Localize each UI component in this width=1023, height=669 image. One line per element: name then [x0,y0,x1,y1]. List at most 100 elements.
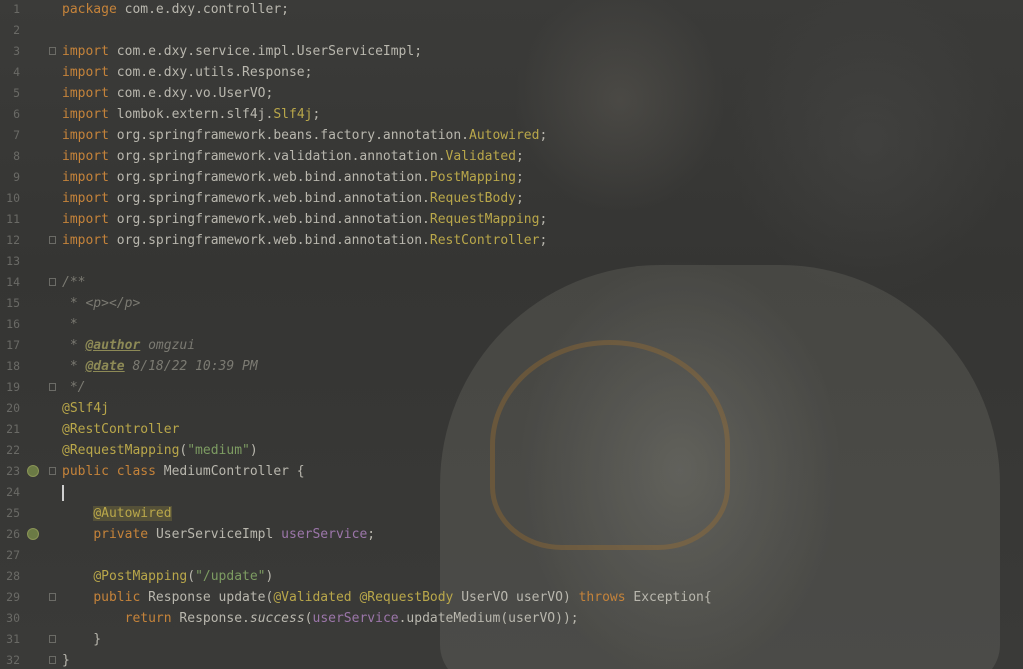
code-text[interactable]: import org.springframework.web.bind.anno… [62,188,524,209]
code-line[interactable]: 14 /** [0,272,1023,293]
line-number: 11 [6,212,20,226]
code-line[interactable]: 9 import org.springframework.web.bind.ann… [0,167,1023,188]
code-line[interactable]: 3 import com.e.dxy.service.impl.UserServi… [0,41,1023,62]
code-line[interactable]: 18 * @date 8/18/22 10:39 PM [0,356,1023,377]
code-text[interactable]: * @author omgzui [62,335,195,356]
code-token: */ [62,380,86,395]
code-text[interactable]: @Autowired [62,503,172,524]
code-text[interactable]: import org.springframework.web.bind.anno… [62,230,547,251]
code-line[interactable]: 28 @PostMapping("/update") [0,566,1023,587]
code-token: ) [249,443,258,458]
code-token: org.springframework.validation.annotatio… [116,149,446,164]
code-line[interactable]: 8 import org.springframework.validation.a… [0,146,1023,167]
code-line[interactable]: 20 @Slf4j [0,398,1023,419]
code-line[interactable]: 19 */ [0,377,1023,398]
code-token: org.springframework.web.bind.annotation. [116,191,430,206]
code-line[interactable]: 26 private UserServiceImpl userService; [0,524,1023,545]
code-text[interactable]: import lombok.extern.slf4j.Slf4j; [62,104,320,125]
code-editor[interactable]: 1 package com.e.dxy.controller; 2 3 import c… [0,0,1023,669]
code-token: ; [539,128,548,143]
code-line[interactable]: 24 [0,482,1023,503]
code-token: * [62,338,86,353]
fold-marker-icon[interactable] [49,383,56,391]
code-line[interactable]: 17 * @author omgzui [0,335,1023,356]
code-token: UserVO userVO) [453,590,579,605]
code-token: org.springframework.web.bind.annotation. [116,170,430,185]
code-line[interactable]: 12 import org.springframework.web.bind.an… [0,230,1023,251]
code-line[interactable]: 29 public Response update(@Validated @Re… [0,587,1023,608]
code-token: com.e.dxy.utils.Response; [116,65,313,80]
bean-icon[interactable] [27,528,39,540]
code-text[interactable]: public Response update(@Validated @Reque… [62,587,711,608]
code-token: import [62,128,117,143]
bean-icon[interactable] [27,465,39,477]
code-token: 8/18/22 10:39 PM [124,359,258,374]
code-line[interactable]: 22 @RequestMapping("medium") [0,440,1023,461]
code-token: * [62,317,78,332]
code-text[interactable]: return Response.success(userService.upda… [62,608,579,629]
code-token: import [62,212,117,227]
code-line[interactable]: 11 import org.springframework.web.bind.an… [0,209,1023,230]
code-token: ; [515,191,524,206]
code-line[interactable]: 16 * [0,314,1023,335]
line-number: 2 [13,23,20,37]
fold-marker-icon[interactable] [49,635,56,643]
code-line[interactable]: 5 import com.e.dxy.vo.UserVO; [0,83,1023,104]
code-line[interactable]: 30 return Response.success(userService.u… [0,608,1023,629]
code-token: Response. [179,611,250,626]
code-text[interactable]: @RequestMapping("medium") [62,440,258,461]
code-line[interactable]: 10 import org.springframework.web.bind.an… [0,188,1023,209]
code-text[interactable]: } [62,629,101,650]
code-line[interactable]: 31 } [0,629,1023,650]
fold-marker-icon[interactable] [49,278,56,286]
code-token: private [93,527,156,542]
code-text[interactable]: import org.springframework.web.bind.anno… [62,167,524,188]
code-line[interactable]: 27 [0,545,1023,566]
code-token: RequestMapping [429,212,540,227]
code-line[interactable]: 32} [0,650,1023,669]
line-number: 8 [13,149,20,163]
code-text[interactable]: * <p></p> [62,293,140,314]
code-text[interactable]: /** [62,272,85,293]
fold-marker-icon[interactable] [49,47,56,55]
code-token: ; [539,233,548,248]
code-text[interactable]: import com.e.dxy.utils.Response; [62,62,312,83]
code-text[interactable]: public class MediumController { [62,461,305,482]
code-text[interactable]: import org.springframework.web.bind.anno… [62,209,547,230]
code-token: PostMapping [429,170,516,185]
code-token: userService [281,527,368,542]
code-line[interactable]: 21 @RestController [0,419,1023,440]
code-line[interactable]: 7 import org.springframework.beans.factor… [0,125,1023,146]
code-line[interactable]: 25 @Autowired [0,503,1023,524]
code-text[interactable]: } [62,650,70,669]
code-text[interactable]: * @date 8/18/22 10:39 PM [62,356,258,377]
fold-marker-icon[interactable] [49,236,56,244]
code-line[interactable]: 15 * <p></p> [0,293,1023,314]
fold-marker-icon[interactable] [49,656,56,664]
code-text[interactable]: private UserServiceImpl userService; [62,524,375,545]
code-text[interactable]: package com.e.dxy.controller; [62,0,289,20]
code-text[interactable]: @RestController [62,419,179,440]
code-text[interactable]: * [62,314,78,335]
code-text[interactable]: import com.e.dxy.service.impl.UserServic… [62,41,422,62]
code-line[interactable]: 1 package com.e.dxy.controller; [0,0,1023,20]
code-text[interactable]: import org.springframework.beans.factory… [62,125,547,146]
line-number: 15 [6,296,20,310]
fold-marker-icon[interactable] [49,593,56,601]
code-token: <p></p> [85,296,141,311]
code-line[interactable]: 4 import com.e.dxy.utils.Response; [0,62,1023,83]
code-text[interactable]: @Slf4j [62,398,109,419]
code-token: @RestController [62,422,180,437]
code-line[interactable]: 6 import lombok.extern.slf4j.Slf4j; [0,104,1023,125]
code-token: import [62,191,117,206]
code-line[interactable]: 23 public class MediumController { [0,461,1023,482]
code-text[interactable]: import com.e.dxy.vo.UserVO; [62,83,273,104]
fold-marker-icon[interactable] [49,467,56,475]
code-text[interactable]: @PostMapping("/update") [62,566,273,587]
code-text[interactable]: */ [62,377,86,398]
line-number: 31 [6,632,20,646]
code-text[interactable]: import org.springframework.validation.an… [62,146,524,167]
code-line[interactable]: 2 [0,20,1023,41]
code-line[interactable]: 13 [0,251,1023,272]
line-number: 28 [6,569,20,583]
